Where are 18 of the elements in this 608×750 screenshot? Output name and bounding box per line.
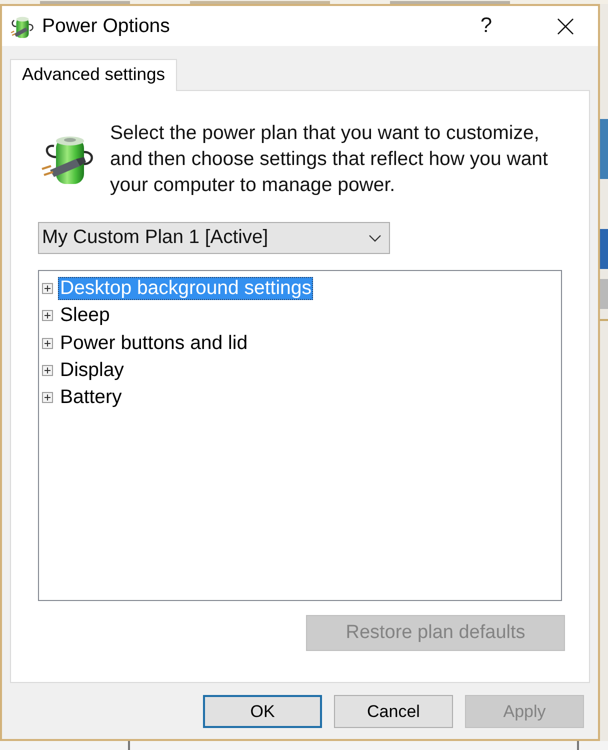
window-title: Power Options [42,14,171,38]
expand-icon[interactable] [42,392,53,404]
tree-item[interactable]: Battery [58,386,124,410]
tab[interactable]: Advanced settings [10,59,177,91]
tree-item[interactable]: Power buttons and lid [58,332,250,355]
close-icon [556,18,574,34]
plan-dropdown[interactable]: My Custom Plan 1 [Active] [38,222,390,254]
chevron-down-icon [369,234,381,242]
expand-icon[interactable] [42,365,53,376]
help-button[interactable]: ? [472,14,500,38]
dialog-button[interactable]: OK [203,695,322,728]
expand-icon[interactable] [42,310,53,322]
expand-icon[interactable] [42,338,53,349]
expand-icon[interactable] [42,283,53,294]
tree-item[interactable]: Sleep [58,304,112,328]
dialog-button[interactable]: Cancel [334,695,453,728]
tree-item[interactable]: Display [58,359,126,382]
instruction-text: Select the power plan that you want to customize, and then choose settings that reflect how you want your computer to manage power. [110,121,549,198]
